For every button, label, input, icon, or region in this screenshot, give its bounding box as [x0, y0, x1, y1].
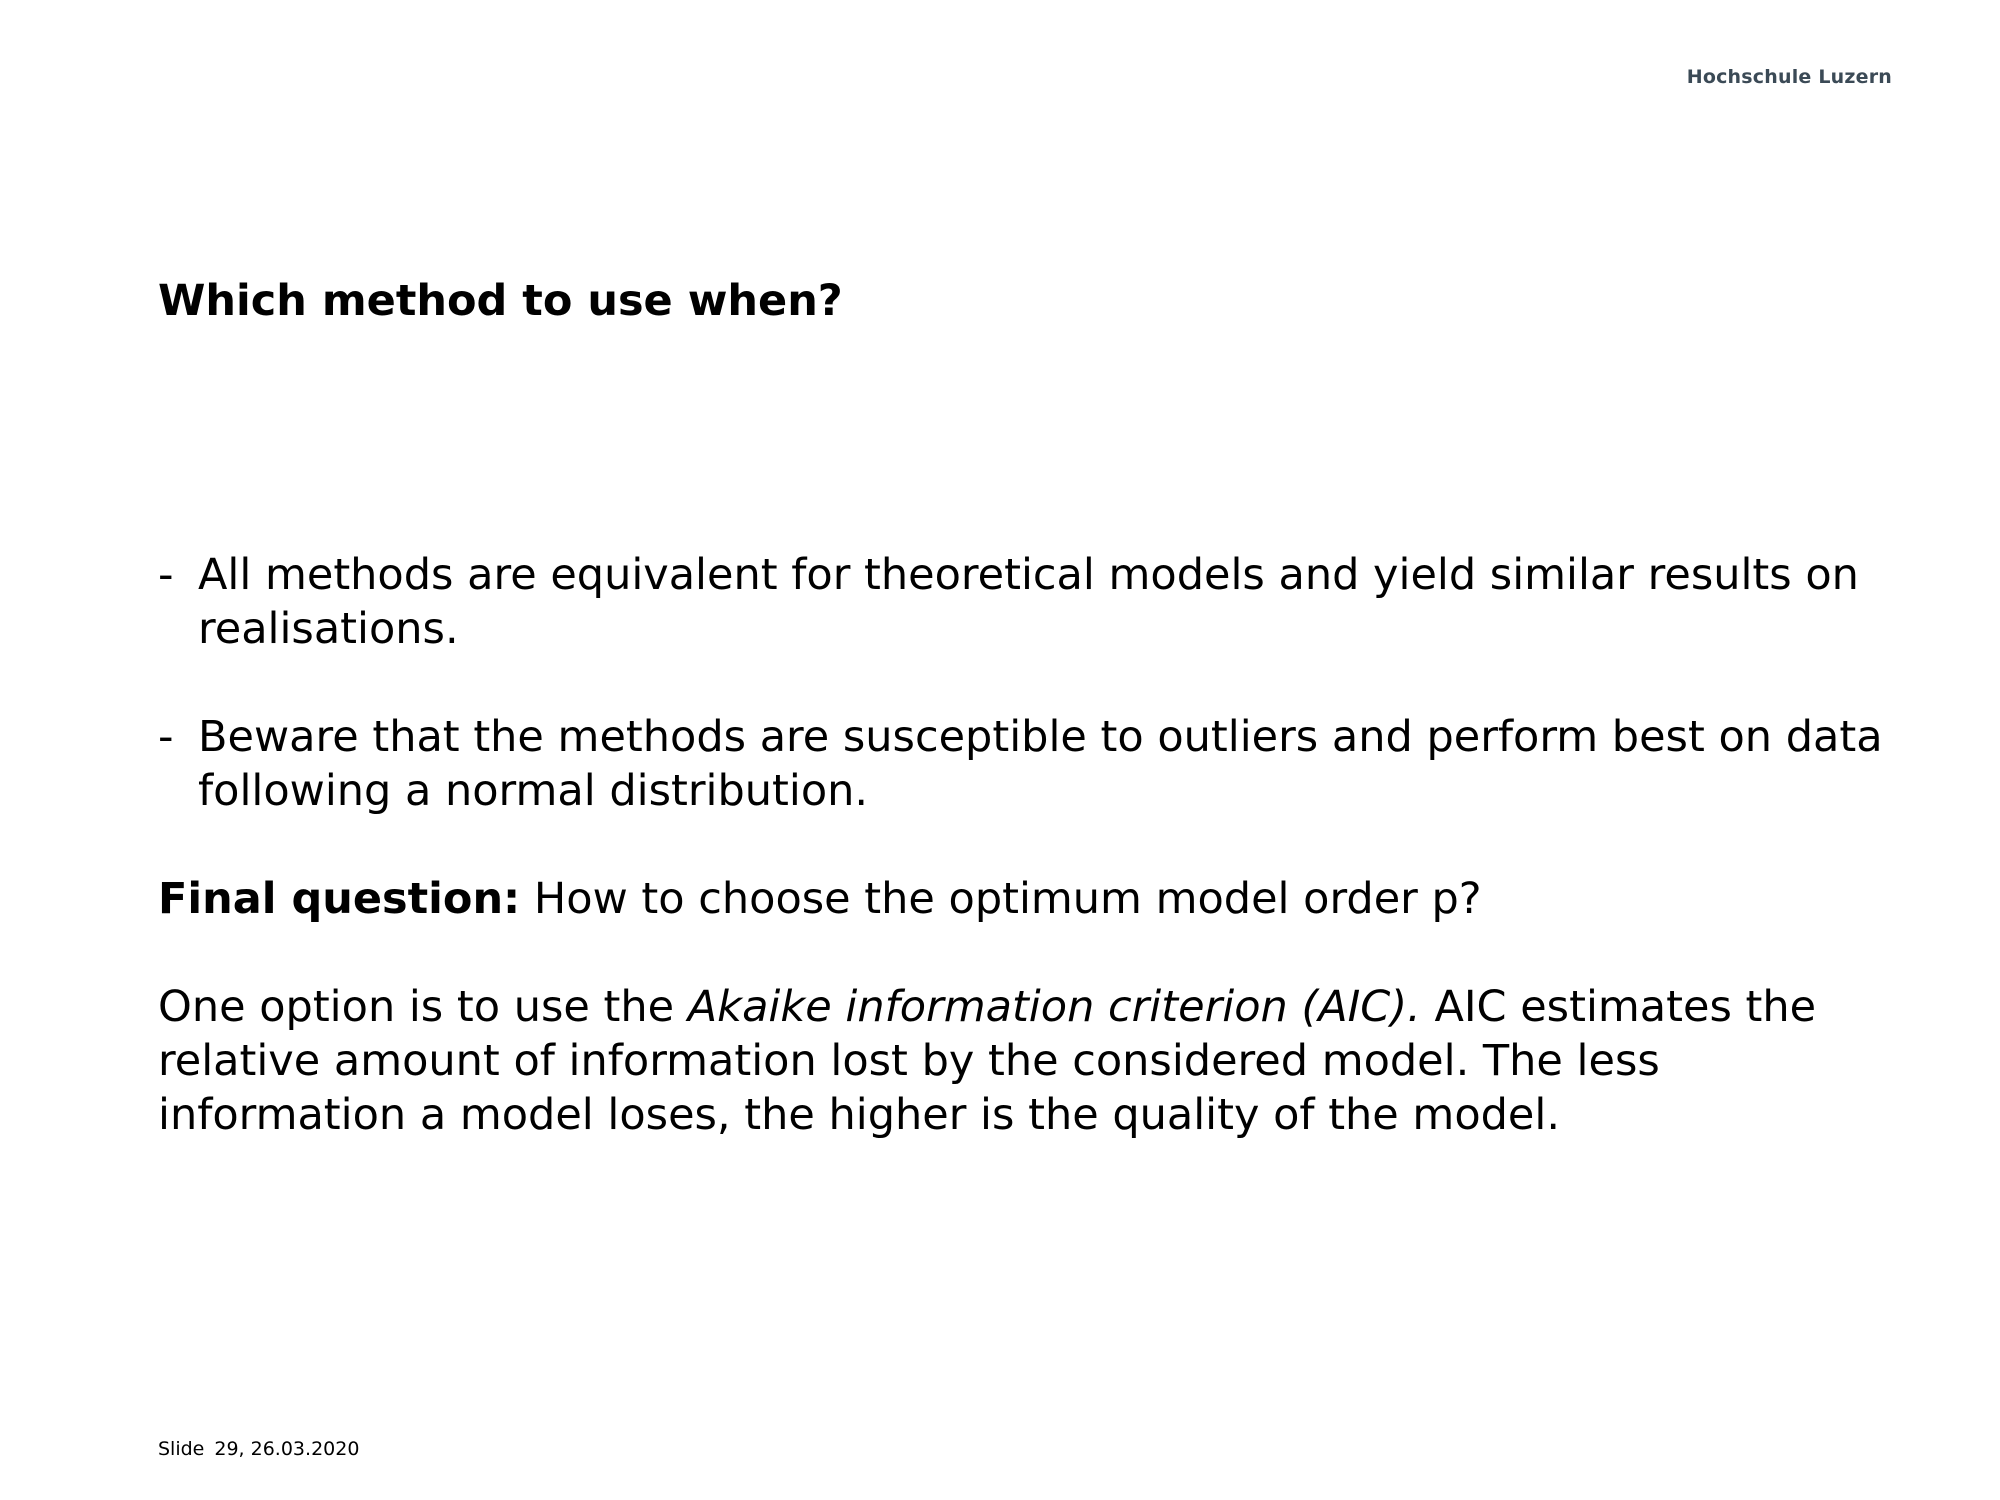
- slide-info: 29, 26.03.2020: [214, 1438, 360, 1460]
- slide-footer: Slide 29, 26.03.2020: [158, 1438, 359, 1460]
- bullet-text: Beware that the methods are susceptible …: [198, 712, 1883, 816]
- final-question-label: Final question:: [158, 874, 521, 924]
- bullet-marker: -: [158, 550, 174, 600]
- bullet-item: - All methods are equivalent for theoret…: [158, 548, 1918, 656]
- slide-title: Which method to use when?: [158, 276, 843, 326]
- slide-content: - All methods are equivalent for theoret…: [158, 548, 1918, 1196]
- aic-term: Akaike information criterion (AIC).: [687, 982, 1421, 1032]
- slide-label: Slide: [158, 1438, 205, 1460]
- university-logo-text: Hochschule Luzern: [1686, 66, 1892, 88]
- aic-paragraph: One option is to use the Akaike informat…: [158, 980, 1918, 1142]
- bullet-marker: -: [158, 712, 174, 762]
- bullet-text: All methods are equivalent for theoretic…: [198, 550, 1859, 654]
- final-question-paragraph: Final question: How to choose the optimu…: [158, 872, 1918, 926]
- bullet-item: - Beware that the methods are susceptibl…: [158, 710, 1918, 818]
- aic-intro: One option is to use the: [158, 982, 675, 1032]
- final-question-text: How to choose the optimum model order p?: [533, 874, 1482, 924]
